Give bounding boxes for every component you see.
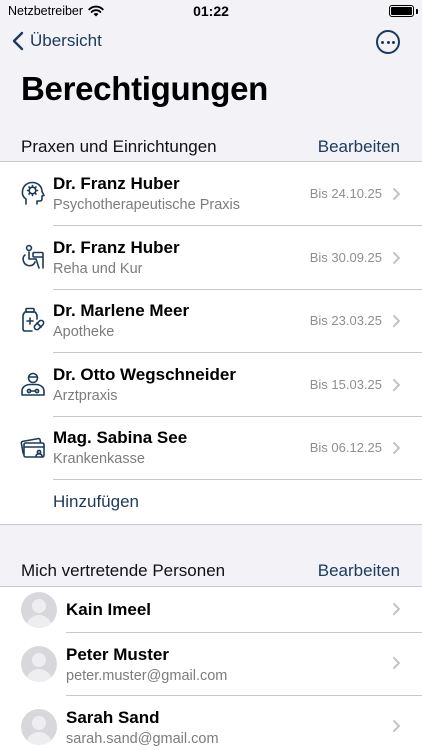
- practice-name: Dr. Marlene Meer: [53, 301, 190, 320]
- doctor-icon: [21, 372, 45, 396]
- practice-type: Krankenkasse: [53, 451, 145, 467]
- back-button[interactable]: Übersicht: [12, 31, 102, 51]
- more-dot: [386, 40, 390, 44]
- person-name: Peter Muster: [66, 645, 169, 664]
- person-email: sarah.sand@gmail.com: [66, 731, 219, 747]
- practice-row[interactable]: Dr. Otto Wegschneider Arztpraxis Bis 15.…: [0, 353, 422, 417]
- person-row[interactable]: Sarah Sand sarah.sand@gmail.com: [0, 695, 422, 750]
- chevron-right-icon: [393, 657, 400, 669]
- representatives-section-header: Mich vertretende Personen Bearbeiten: [0, 561, 422, 585]
- chevron-right-icon: [393, 188, 400, 200]
- nav-bar: Übersicht: [0, 28, 422, 58]
- practices-list: Dr. Franz Huber Psychotherapeutische Pra…: [0, 161, 422, 525]
- add-practice-button[interactable]: Hinzufügen: [53, 492, 139, 512]
- insurance-card-icon: [20, 437, 45, 458]
- person-email: peter.muster@gmail.com: [66, 668, 228, 684]
- person-name: Sarah Sand: [66, 708, 160, 727]
- person-row[interactable]: Peter Muster peter.muster@gmail.com: [0, 632, 422, 695]
- practice-type: Reha und Kur: [53, 260, 143, 277]
- practice-name: Dr. Franz Huber: [53, 174, 180, 193]
- chevron-right-icon: [393, 442, 400, 454]
- practice-valid-until: Bis 23.03.25: [309, 313, 382, 328]
- representatives-section-title: Mich vertretende Personen: [21, 561, 226, 580]
- practice-type: Apotheke: [53, 324, 115, 340]
- battery-tip: [416, 9, 418, 14]
- chevron-right-icon: [393, 603, 400, 615]
- page-title: Berechtigungen: [21, 70, 268, 107]
- practice-name: Mag. Sabina See: [53, 428, 188, 447]
- chevron-right-icon: [393, 720, 400, 732]
- person-name: Kain Imeel: [66, 600, 152, 619]
- practice-type: Arztpraxis: [53, 387, 118, 404]
- practices-section-header: Praxen und Einrichtungen Bearbeiten: [0, 137, 422, 161]
- more-options-button[interactable]: [376, 30, 400, 54]
- add-practice-row[interactable]: Hinzufügen: [0, 480, 422, 524]
- practice-valid-until: Bis 30.09.25: [309, 249, 382, 265]
- back-label: Übersicht: [30, 31, 102, 50]
- avatar: [21, 709, 57, 745]
- practice-type: Psychotherapeutische Praxis: [53, 197, 240, 213]
- status-bar: Netzbetreiber 01:22: [0, 0, 422, 24]
- avatar: [21, 646, 57, 682]
- head-brain-icon: [21, 181, 45, 205]
- chevron-right-icon: [393, 315, 400, 327]
- practices-section-title: Praxen und Einrichtungen: [21, 137, 217, 156]
- chevron-right-icon: [393, 378, 400, 391]
- more-dot: [392, 40, 395, 44]
- practice-row[interactable]: Dr. Franz Huber Reha und Kur Bis 30.09.2…: [0, 226, 422, 290]
- more-dot: [381, 40, 384, 44]
- practice-name: Dr. Franz Huber: [53, 237, 180, 257]
- representatives-edit-button[interactable]: Bearbeiten: [318, 561, 400, 581]
- practice-row[interactable]: Dr. Marlene Meer Apotheke Bis 23.03.25: [0, 289, 422, 353]
- practice-valid-until: Bis 15.03.25: [309, 376, 382, 392]
- rehab-icon: [22, 244, 44, 269]
- pharmacy-icon: [22, 307, 45, 332]
- chevron-left-icon: [12, 31, 24, 51]
- practice-row[interactable]: Dr. Franz Huber Psychotherapeutische Pra…: [0, 162, 422, 226]
- representatives-list: Kain Imeel Peter Muster peter.muster@gma…: [0, 586, 422, 750]
- practice-valid-until: Bis 06.12.25: [309, 440, 382, 455]
- clock: 01:22: [193, 3, 229, 19]
- battery-icon: [389, 5, 414, 17]
- avatar: [21, 592, 57, 628]
- practice-valid-until: Bis 24.10.25: [309, 186, 382, 201]
- practices-edit-button[interactable]: Bearbeiten: [318, 137, 400, 157]
- practice-row[interactable]: Mag. Sabina See Krankenkasse Bis 06.12.2…: [0, 416, 422, 480]
- practice-name: Dr. Otto Wegschneider: [53, 364, 236, 384]
- person-row[interactable]: Kain Imeel: [0, 587, 422, 632]
- chevron-right-icon: [393, 251, 400, 264]
